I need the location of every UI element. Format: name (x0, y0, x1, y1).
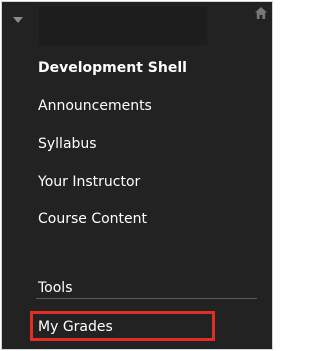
menu-item-tools[interactable]: Tools (38, 279, 73, 297)
course-title-box (38, 6, 208, 46)
menu-item-course-content[interactable]: Course Content (38, 210, 147, 228)
course-menu-panel: Development Shell Announcements Syllabus… (1, 1, 273, 350)
menu-item-syllabus[interactable]: Syllabus (38, 135, 97, 153)
menu-item-announcements[interactable]: Announcements (38, 97, 152, 115)
caret-down-icon[interactable] (13, 17, 23, 23)
menu-divider (36, 298, 257, 299)
my-grades-highlight (30, 311, 215, 341)
home-icon[interactable] (254, 6, 268, 20)
menu-item-your-instructor[interactable]: Your Instructor (38, 173, 140, 191)
course-title[interactable]: Development Shell (38, 59, 187, 77)
course-menu-header (2, 2, 272, 46)
